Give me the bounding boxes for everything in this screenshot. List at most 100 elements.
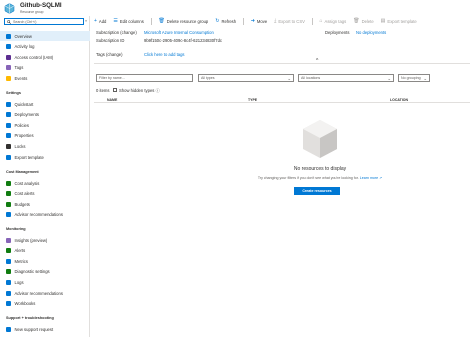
- sidebar-item-label: Access control (IAM): [14, 54, 54, 60]
- subscription-id-label: Subscription ID: [96, 38, 125, 43]
- properties-icon: [6, 133, 11, 139]
- sidebar-item-label: Properties: [14, 133, 34, 139]
- advisor-recommendations-icon: [6, 290, 11, 296]
- subscription-link[interactable]: Microsoft Azure Internal Consumption: [144, 30, 214, 35]
- type-filter-dropdown[interactable]: All types ⌄: [198, 74, 294, 82]
- sidebar-item-export-template[interactable]: Export template: [0, 152, 90, 162]
- deployments-label: Deployments: [325, 30, 350, 35]
- sidebar-item-new-support-request[interactable]: New support request: [0, 324, 90, 334]
- delete-resource-group-button[interactable]: 🗑 Delete resource group: [158, 18, 208, 24]
- monitoring-section-header: Monitoring: [6, 227, 26, 231]
- sidebar-item-activity-log[interactable]: Activity log: [0, 42, 90, 52]
- settings-section-header: Settings: [6, 91, 21, 95]
- empty-state-title: No resources to display: [293, 166, 347, 172]
- sidebar-item-label: Insights (preview): [14, 237, 48, 243]
- chevron-down-icon: ⌄: [423, 75, 427, 81]
- sidebar-item-label: Activity log: [14, 44, 35, 50]
- deployments-link[interactable]: No deployments: [356, 30, 386, 35]
- filter-by-name-input[interactable]: Filter by name...: [96, 74, 193, 82]
- empty-state-description: Try changing your filters if you don't s…: [257, 176, 383, 180]
- sidebar-item-label: Workbooks: [14, 301, 36, 307]
- logs-icon: [6, 279, 11, 285]
- cost-analysis-icon: [6, 180, 11, 186]
- sidebar-item-budgets[interactable]: Budgets: [0, 199, 90, 209]
- chevron-down-icon: ⌄: [387, 75, 391, 81]
- sidebar-item-logs[interactable]: Logs: [0, 277, 90, 287]
- deployments-icon: [6, 112, 11, 118]
- diagnostic-settings-icon: [6, 269, 11, 275]
- tags-label[interactable]: Tags (change): [96, 52, 123, 57]
- sidebar-item-label: Deployments: [14, 112, 39, 118]
- sidebar-item-label: Advisor recommendations: [14, 290, 63, 296]
- chevron-up-icon[interactable]: ^: [316, 58, 318, 64]
- column-header-name[interactable]: NAME: [107, 98, 117, 102]
- quickstart-icon: [6, 101, 11, 107]
- download-icon: ⤓: [274, 18, 277, 24]
- page-header: Github-SQLMI Resource group: [0, 0, 474, 16]
- sidebar-item-metrics[interactable]: Metrics: [0, 256, 90, 266]
- sidebar-search-input[interactable]: Search (Ctrl+/): [4, 18, 84, 25]
- sidebar-item-events[interactable]: Events: [0, 73, 90, 83]
- overview-icon: [6, 33, 11, 39]
- activity-log-icon: [6, 44, 11, 50]
- locks-icon: [6, 143, 11, 149]
- move-button[interactable]: ➜ Move: [251, 18, 267, 24]
- column-header-type[interactable]: TYPE: [248, 98, 257, 102]
- add-button[interactable]: + Add: [94, 18, 106, 24]
- column-header-location[interactable]: LOCATION: [390, 98, 408, 102]
- support-section-header: Support + troubleshooting: [6, 316, 54, 320]
- sidebar-item-tags[interactable]: Tags: [0, 63, 90, 73]
- collapse-sidebar-icon[interactable]: «: [85, 18, 87, 23]
- create-resources-button[interactable]: Create resources: [294, 187, 340, 195]
- add-tags-link[interactable]: Click here to add tags: [144, 52, 185, 57]
- delete-button[interactable]: 🗑 Delete: [353, 18, 373, 24]
- sidebar-item-diagnostic-settings[interactable]: Diagnostic settings: [0, 267, 90, 277]
- new-support-request-icon: [6, 326, 11, 332]
- grouping-dropdown[interactable]: No grouping ⌄: [398, 74, 430, 82]
- divider: [94, 63, 470, 64]
- sidebar-item-alerts[interactable]: Alerts: [0, 246, 90, 256]
- sidebar-item-label: Metrics: [14, 258, 29, 264]
- sidebar-item-quickstart[interactable]: Quickstart: [0, 99, 90, 109]
- sidebar-item-label: Cost alerts: [14, 191, 35, 197]
- sidebar-item-advisor-recommendations[interactable]: Advisor recommendations: [0, 210, 90, 220]
- sidebar-item-label: New support request: [14, 326, 54, 332]
- sidebar-item-advisor-recommendations[interactable]: Advisor recommendations: [0, 288, 90, 298]
- show-hidden-types-checkbox[interactable]: [113, 88, 117, 92]
- info-icon: ⓘ: [155, 88, 160, 93]
- tag-icon: ⌂: [319, 18, 323, 24]
- sidebar-item-locks[interactable]: Locks: [0, 141, 90, 151]
- plus-icon: +: [94, 18, 97, 24]
- export-template-icon: [6, 154, 11, 160]
- sidebar: Search (Ctrl+/) « Overview Activity log Ac…: [0, 16, 90, 337]
- events-icon: [6, 75, 11, 81]
- sidebar-item-properties[interactable]: Properties: [0, 131, 90, 141]
- chevron-down-icon: ⌄: [287, 75, 291, 81]
- sidebar-item-workbooks[interactable]: Workbooks: [0, 299, 90, 309]
- sidebar-item-label: Export template: [14, 154, 44, 160]
- template-icon: ▤: [380, 18, 386, 24]
- sidebar-item-policies[interactable]: Policies: [0, 120, 90, 130]
- sidebar-item-label: Advisor recommendations: [14, 212, 63, 218]
- sidebar-item-label: Alerts: [14, 248, 26, 254]
- subscription-label[interactable]: Subscription (change): [96, 30, 137, 35]
- advisor-recommendations-icon: [6, 212, 11, 218]
- sidebar-item-label: Logs: [14, 279, 24, 285]
- sidebar-item-cost-alerts[interactable]: Cost alerts: [0, 189, 90, 199]
- external-link-icon: ↗: [379, 176, 383, 180]
- sidebar-item-access-control-iam[interactable]: Access control (IAM): [0, 52, 90, 62]
- assign-tags-button[interactable]: ⌂ Assign tags: [320, 18, 347, 24]
- sidebar-item-deployments[interactable]: Deployments: [0, 110, 90, 120]
- learn-more-link[interactable]: Learn more: [360, 176, 378, 180]
- export-template-button[interactable]: ▤ Export template: [381, 18, 417, 24]
- sidebar-item-insights-preview[interactable]: Insights (preview): [0, 235, 90, 245]
- location-filter-dropdown[interactable]: All locations ⌄: [298, 74, 394, 82]
- tags-icon: [6, 65, 11, 71]
- alerts-icon: [6, 248, 11, 254]
- refresh-button[interactable]: ↻ Refresh: [215, 18, 236, 24]
- export-csv-button[interactable]: ⤓ Export to CSV: [274, 18, 305, 24]
- sidebar-item-cost-analysis[interactable]: Cost analysis: [0, 178, 90, 188]
- arrow-right-icon: ➜: [250, 18, 255, 24]
- edit-columns-button[interactable]: ☰ Edit columns: [113, 18, 143, 24]
- sidebar-item-overview[interactable]: Overview: [0, 31, 90, 41]
